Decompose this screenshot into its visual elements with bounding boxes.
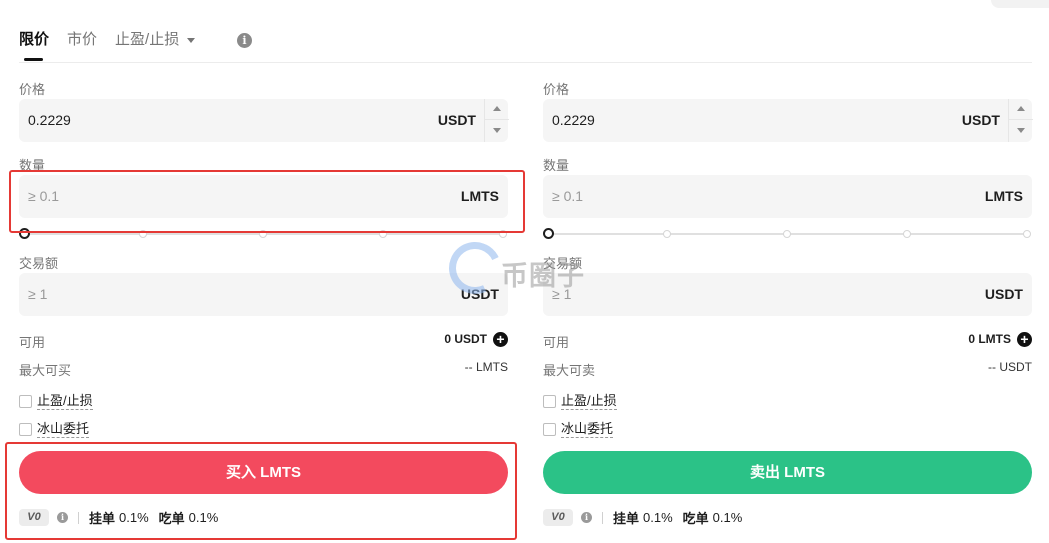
slider-step-75[interactable] (379, 230, 387, 238)
sell-amount-input[interactable]: ≥ 1 USDT (543, 273, 1032, 316)
maker-fee-label: 挂单 (89, 511, 116, 526)
sell-qty-label: 数量 (543, 158, 570, 173)
buy-qty-unit: LMTS (460, 188, 499, 204)
slider-step-25[interactable] (663, 230, 671, 238)
buy-amount-placeholder: ≥ 1 (28, 286, 48, 302)
buy-amount-label: 交易额 (19, 256, 59, 271)
sell-available-label: 可用 (543, 335, 570, 350)
buy-price-label: 价格 (19, 82, 46, 97)
maker-fee-value: 0.1% (643, 510, 673, 525)
sell-price-unit: USDT (961, 112, 1000, 128)
slider-step-50[interactable] (783, 230, 791, 238)
buy-qty-label: 数量 (19, 158, 46, 173)
buy-iceberg-checkbox[interactable]: 冰山委托 (19, 421, 90, 438)
divider (78, 511, 79, 524)
slider-step-25[interactable] (139, 230, 147, 238)
buy-tpsl-label: 止盈/止损 (37, 393, 93, 410)
buy-tpsl-checkbox[interactable]: 止盈/止损 (19, 393, 93, 410)
slider-step-100[interactable] (1023, 230, 1031, 238)
sell-max-label: 最大可卖 (543, 363, 596, 378)
slider-step-75[interactable] (903, 230, 911, 238)
buy-price-value: 0.2229 (28, 112, 71, 128)
sell-tpsl-checkbox[interactable]: 止盈/止损 (543, 393, 617, 410)
buy-fee-row: V0 i 挂单 0.1% 吃单 0.1% (19, 508, 228, 527)
sell-qty-placeholder: ≥ 0.1 (552, 188, 584, 204)
checkbox-icon[interactable] (19, 423, 32, 436)
slider-step-100[interactable] (499, 230, 507, 238)
buy-max-value: -- LMTS (464, 360, 508, 374)
sell-button[interactable]: 卖出 LMTS (543, 451, 1032, 494)
chevron-up-icon[interactable] (1009, 99, 1033, 120)
taker-fee-value: 0.1% (188, 510, 219, 525)
plus-circle-icon[interactable]: + (493, 332, 508, 348)
sell-price-label: 价格 (543, 82, 570, 97)
vip-level-badge: V0 (19, 509, 49, 526)
buy-price-stepper (484, 99, 509, 142)
chevron-down-icon[interactable] (485, 121, 509, 142)
info-icon[interactable]: i (57, 512, 68, 523)
buy-price-input[interactable]: 0.2229 USDT (19, 99, 509, 142)
checkbox-icon[interactable] (543, 395, 556, 408)
checkbox-icon[interactable] (543, 423, 556, 436)
checkbox-icon[interactable] (19, 395, 32, 408)
buy-button[interactable]: 买入 LMTS (19, 451, 508, 494)
divider (602, 511, 603, 524)
sell-amount-unit: USDT (984, 286, 1023, 302)
sell-price-value: 0.2229 (552, 112, 595, 128)
plus-circle-icon[interactable]: + (1017, 332, 1032, 348)
buy-amount-input[interactable]: ≥ 1 USDT (19, 273, 508, 316)
taker-fee-label: 吃单 (158, 511, 185, 526)
sell-iceberg-checkbox[interactable]: 冰山委托 (543, 421, 614, 438)
sell-percent-slider[interactable] (543, 228, 1032, 239)
chevron-up-icon[interactable] (485, 99, 509, 120)
maker-fee-value: 0.1% (119, 510, 149, 525)
sell-iceberg-label: 冰山委托 (561, 421, 614, 438)
sell-fee-row: V0 i 挂单 0.1% 吃单 0.1% (543, 508, 752, 527)
buy-form: 价格 0.2229 USDT 数量 ≥ 0.1 LMTS 交易额 ≥ 1 USD… (19, 0, 509, 543)
info-icon[interactable]: i (581, 512, 592, 523)
buy-percent-slider[interactable] (19, 228, 508, 239)
slider-step-50[interactable] (259, 230, 267, 238)
buy-available-value-wrap: 0 USDT + (444, 332, 508, 348)
buy-amount-unit: USDT (460, 286, 499, 302)
sell-max-value: -- USDT (988, 360, 1032, 374)
taker-fee-label: 吃单 (682, 511, 709, 526)
trade-panel: 限价 市价 止盈/止损 i 价格 0.2229 USDT 数量 ≥ 0.1 LM… (0, 0, 1049, 543)
sell-price-input[interactable]: 0.2229 USDT (543, 99, 1033, 142)
slider-thumb[interactable] (19, 228, 30, 239)
maker-fee-label: 挂单 (613, 511, 640, 526)
sell-qty-input[interactable]: ≥ 0.1 LMTS (543, 175, 1032, 218)
sell-form: 价格 0.2229 USDT 数量 ≥ 0.1 LMTS 交易额 ≥ 1 USD… (543, 0, 1033, 543)
sell-tpsl-label: 止盈/止损 (561, 393, 617, 410)
buy-max-label: 最大可买 (19, 363, 72, 378)
sell-amount-placeholder: ≥ 1 (552, 286, 572, 302)
buy-price-unit: USDT (437, 112, 476, 128)
buy-available-value: 0 USDT (444, 332, 487, 346)
buy-iceberg-label: 冰山委托 (37, 421, 90, 438)
vip-level-badge: V0 (543, 509, 573, 526)
chevron-down-icon[interactable] (1009, 121, 1033, 142)
sell-price-stepper (1008, 99, 1033, 142)
sell-available-value-wrap: 0 LMTS + (968, 332, 1032, 348)
buy-available-label: 可用 (19, 335, 46, 350)
taker-fee-value: 0.1% (712, 510, 743, 525)
sell-qty-unit: LMTS (984, 188, 1023, 204)
sell-available-value: 0 LMTS (968, 332, 1011, 346)
buy-qty-input[interactable]: ≥ 0.1 LMTS (19, 175, 508, 218)
buy-qty-placeholder: ≥ 0.1 (28, 188, 60, 204)
slider-thumb[interactable] (543, 228, 554, 239)
sell-amount-label: 交易额 (543, 256, 583, 271)
